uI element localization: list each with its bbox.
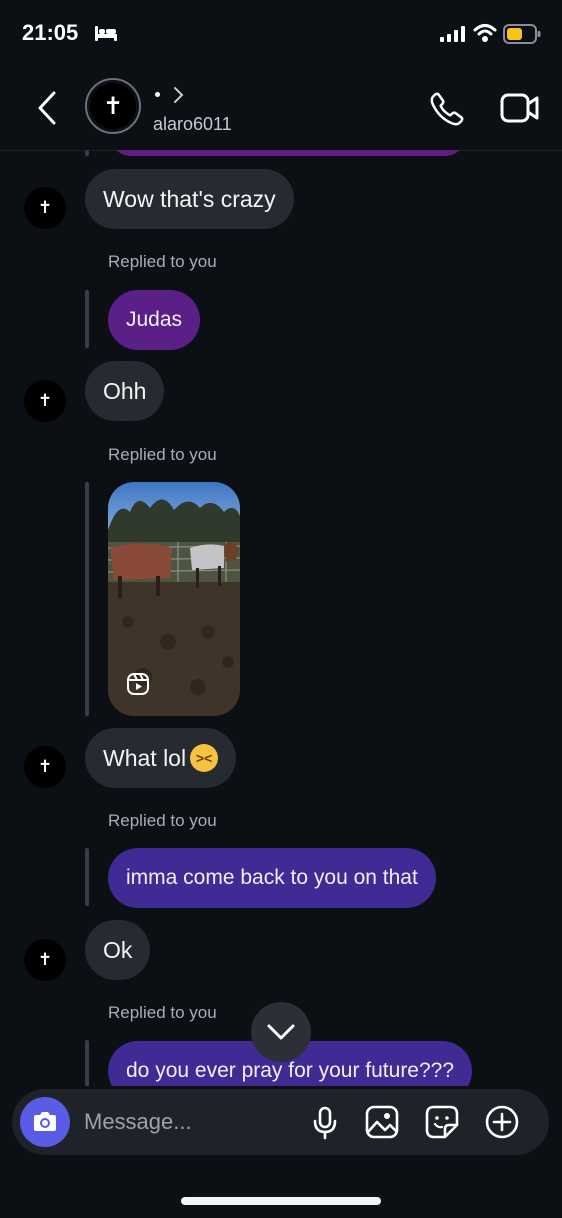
camera-button[interactable] xyxy=(20,1097,70,1147)
camera-icon xyxy=(34,1112,56,1131)
sender-avatar[interactable]: ✝ xyxy=(24,746,66,788)
home-indicator xyxy=(181,1197,381,1205)
message-input[interactable] xyxy=(84,1107,284,1137)
phone-icon[interactable] xyxy=(428,90,466,128)
status-time: 21:05 xyxy=(22,20,79,45)
sender-avatar[interactable]: ✝ xyxy=(24,187,66,229)
laughing-emoji-icon: >< xyxy=(190,743,219,772)
back-icon[interactable] xyxy=(34,90,60,126)
contact-username[interactable]: alaro6011 xyxy=(153,114,232,135)
shared-reel[interactable] xyxy=(108,482,240,716)
battery-icon xyxy=(503,24,541,44)
replied-label: Replied to you xyxy=(108,811,217,830)
message-composer xyxy=(12,1089,549,1155)
reply-bar xyxy=(85,290,89,348)
sender-avatar[interactable]: ✝ xyxy=(24,380,66,422)
message-text: What lol xyxy=(103,745,187,771)
replied-label: Replied to you xyxy=(108,445,217,464)
message-bubble-partial xyxy=(112,150,464,156)
sender-avatar[interactable]: ✝ xyxy=(24,939,66,981)
chevron-down-icon xyxy=(267,1024,295,1040)
image-icon[interactable] xyxy=(365,1105,399,1139)
reply-bar xyxy=(85,1040,89,1086)
wifi-icon xyxy=(473,24,497,42)
incoming-message[interactable]: Ok xyxy=(85,920,151,980)
video-camera-icon[interactable] xyxy=(500,92,540,124)
bed-icon xyxy=(95,26,117,41)
outgoing-message[interactable]: imma come back to you on that xyxy=(108,848,436,908)
name-dot xyxy=(155,92,160,97)
message-thread[interactable]: ✝ Wow that's crazy Replied to you Judas … xyxy=(0,150,562,1086)
incoming-message[interactable]: Wow that's crazy xyxy=(85,169,294,229)
cross-icon: ✝ xyxy=(102,92,124,120)
reply-bar xyxy=(85,482,89,716)
replied-label: Replied to you xyxy=(108,1003,217,1022)
replied-label: Replied to you xyxy=(108,252,217,271)
incoming-message[interactable]: Ohh xyxy=(85,361,165,421)
scroll-to-bottom-button[interactable] xyxy=(251,1002,311,1062)
incoming-message[interactable]: What lol >< xyxy=(85,728,237,788)
contact-avatar[interactable]: ✝ xyxy=(85,78,141,134)
cross-icon: ✝ xyxy=(37,391,53,411)
chevron-right-icon[interactable] xyxy=(172,86,184,104)
sticker-icon[interactable] xyxy=(425,1105,459,1139)
reply-bar xyxy=(85,150,89,156)
reply-bar xyxy=(85,848,89,906)
cross-icon: ✝ xyxy=(37,950,53,970)
status-bar: 21:05 xyxy=(0,0,562,70)
cross-icon: ✝ xyxy=(37,757,53,777)
plus-circle-icon[interactable] xyxy=(485,1105,519,1139)
reels-icon xyxy=(127,673,149,695)
microphone-icon[interactable] xyxy=(312,1106,338,1140)
signal-icon xyxy=(440,26,465,42)
outgoing-message[interactable]: Judas xyxy=(108,290,201,350)
chat-header: ✝ alaro6011 xyxy=(0,70,562,151)
cross-icon: ✝ xyxy=(37,198,53,218)
